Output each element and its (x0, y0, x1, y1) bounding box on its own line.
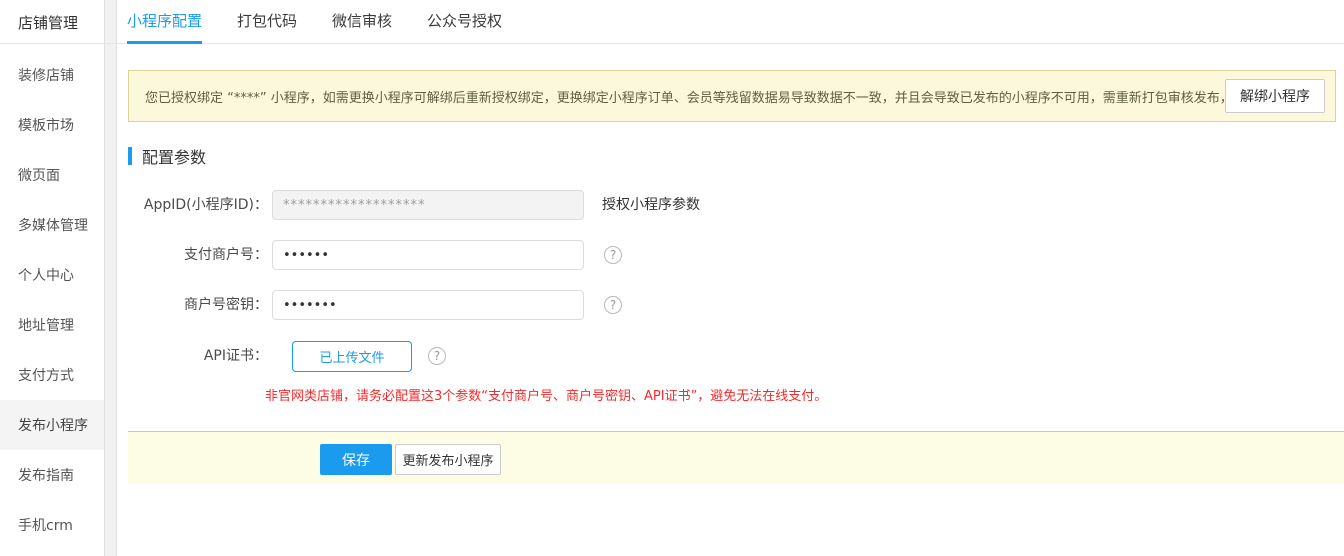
merchant-id-label: 支付商户号： (120, 240, 268, 270)
sidebar-item-micro-page[interactable]: 微页面 (0, 150, 104, 200)
api-cert-help-icon[interactable]: ? (428, 347, 446, 365)
page: 店铺管理 装修店铺 模板市场 微页面 多媒体管理 个人中心 地址管理 支付方式 … (0, 0, 1344, 556)
sidebar-item-payment-methods[interactable]: 支付方式 (0, 350, 104, 400)
unbind-miniprogram-button[interactable]: 解绑小程序 (1225, 79, 1325, 113)
merchant-key-help-icon[interactable]: ? (604, 296, 622, 314)
sidebar-item-address-management[interactable]: 地址管理 (0, 300, 104, 350)
sidebar-item-mobile-crm[interactable]: 手机crm (0, 500, 104, 550)
footer-action-bar: 保存 更新发布小程序 (128, 431, 1344, 484)
sidebar-nav: 装修店铺 模板市场 微页面 多媒体管理 个人中心 地址管理 支付方式 发布小程序… (0, 50, 104, 550)
api-cert-uploaded-button[interactable]: 已上传文件 (292, 341, 412, 372)
appid-side-note: 授权小程序参数 (602, 190, 700, 220)
sidebar-item-publish-miniprogram[interactable]: 发布小程序 (0, 400, 104, 450)
auth-notice-banner: 您已授权绑定 “****” 小程序，如需更换小程序可解绑后重新授权绑定，更换绑定… (128, 70, 1336, 122)
appid-label: AppID(小程序ID)： (120, 190, 268, 220)
sidebar-item-decorate-shop[interactable]: 装修店铺 (0, 50, 104, 100)
merchant-key-input[interactable] (272, 290, 584, 320)
tab-wechat-review[interactable]: 微信审核 (332, 0, 392, 44)
sidebar-item-media-management[interactable]: 多媒体管理 (0, 200, 104, 250)
sidebar: 店铺管理 装修店铺 模板市场 微页面 多媒体管理 个人中心 地址管理 支付方式 … (0, 0, 104, 556)
save-button[interactable]: 保存 (320, 444, 392, 475)
update-publish-button[interactable]: 更新发布小程序 (395, 444, 501, 475)
section-title: 配置参数 (128, 144, 206, 168)
tab-bar: 小程序配置 打包代码 微信审核 公众号授权 (127, 0, 537, 44)
sidebar-item-personal-center[interactable]: 个人中心 (0, 250, 104, 300)
section-title-text: 配置参数 (142, 144, 206, 168)
merchant-id-help-icon[interactable]: ? (604, 246, 622, 264)
sidebar-header: 店铺管理 (0, 0, 104, 44)
sidebar-scrollbar[interactable] (104, 0, 117, 556)
merchant-id-input[interactable] (272, 240, 584, 270)
tab-official-account-auth[interactable]: 公众号授权 (427, 0, 502, 44)
appid-input (272, 190, 584, 220)
payment-config-warning: 非官网类店铺，请务必配置这3个参数“支付商户号、商户号密钥、API证书”，避免无… (265, 385, 827, 404)
sidebar-item-template-market[interactable]: 模板市场 (0, 100, 104, 150)
merchant-key-label: 商户号密钥： (120, 290, 268, 320)
auth-notice-text: 您已授权绑定 “****” 小程序，如需更换小程序可解绑后重新授权绑定，更换绑定… (145, 87, 1225, 106)
tab-miniprogram-config[interactable]: 小程序配置 (127, 0, 202, 44)
section-title-accent-bar (128, 147, 132, 165)
sidebar-item-publish-guide[interactable]: 发布指南 (0, 450, 104, 500)
api-cert-label: API证书： (120, 341, 268, 371)
tab-package-code[interactable]: 打包代码 (237, 0, 297, 44)
